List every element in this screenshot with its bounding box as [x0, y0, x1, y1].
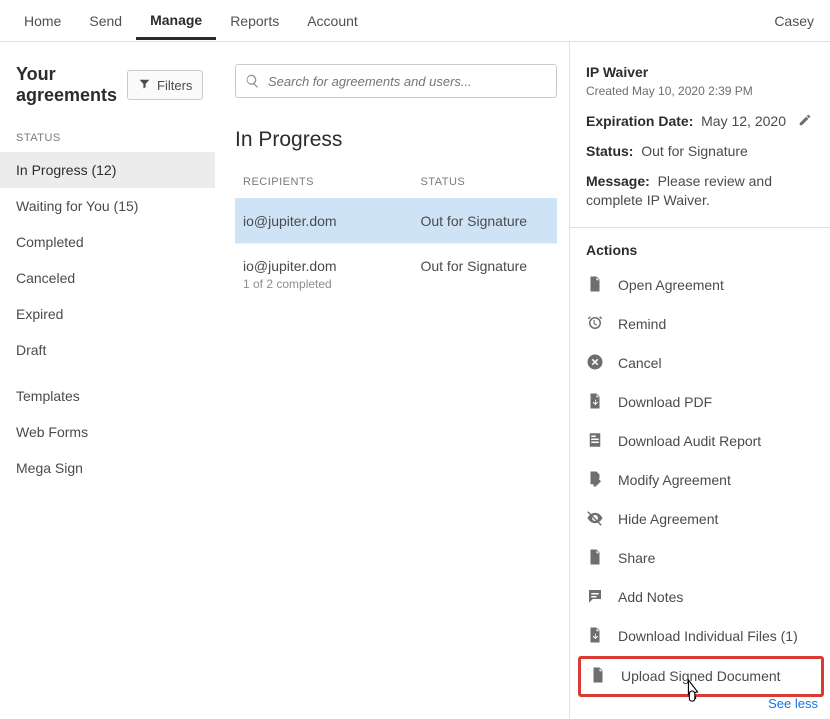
search-input[interactable] — [235, 64, 557, 98]
action-upload-signed[interactable]: Upload Signed Document — [578, 656, 824, 697]
clock-icon — [586, 314, 604, 335]
action-label: Download PDF — [618, 394, 712, 410]
sidebar-item-templates[interactable]: Templates — [0, 378, 215, 414]
action-download-pdf[interactable]: Download PDF — [586, 383, 816, 422]
expiration-value: May 12, 2020 — [701, 113, 786, 129]
sidebar-item-web-forms[interactable]: Web Forms — [0, 414, 215, 450]
action-share[interactable]: Share — [586, 539, 816, 578]
action-open-agreement[interactable]: Open Agreement — [586, 266, 816, 305]
table-row[interactable]: io@jupiter.dom Out for Signature — [235, 198, 557, 243]
agreement-title: IP Waiver — [586, 64, 816, 80]
cell-recipient: io@jupiter.dom — [243, 213, 420, 229]
cell-subtext: 1 of 2 completed — [243, 277, 420, 291]
table-row[interactable]: io@jupiter.dom 1 of 2 completed Out for … — [235, 243, 557, 305]
document-icon — [586, 275, 604, 296]
detail-panel: IP Waiver Created May 10, 2020 2:39 PM E… — [570, 42, 830, 719]
hide-icon — [586, 509, 604, 530]
report-icon — [586, 431, 604, 452]
action-label: Download Audit Report — [618, 433, 761, 449]
expiration-label: Expiration Date: — [586, 113, 693, 129]
see-less-link[interactable]: See less — [768, 696, 818, 711]
action-label: Share — [618, 550, 655, 566]
action-label: Hide Agreement — [618, 511, 718, 527]
sidebar-item-completed[interactable]: Completed — [0, 224, 215, 260]
action-label: Upload Signed Document — [621, 668, 781, 684]
edit-icon — [586, 470, 604, 491]
sidebar: Your agreements Filters STATUS In Progre… — [0, 42, 215, 719]
action-label: Cancel — [618, 355, 662, 371]
message-label: Message: — [586, 173, 650, 189]
filters-label: Filters — [157, 78, 192, 93]
main-content: In Progress RECIPIENTS STATUS io@jupiter… — [215, 42, 570, 719]
sidebar-item-canceled[interactable]: Canceled — [0, 260, 215, 296]
section-label-status: STATUS — [0, 124, 215, 152]
cell-recipient: io@jupiter.dom — [243, 258, 420, 274]
sidebar-title: Your agreements — [16, 64, 117, 106]
filters-button[interactable]: Filters — [127, 70, 203, 100]
action-add-notes[interactable]: Add Notes — [586, 578, 816, 617]
filter-icon — [138, 77, 151, 93]
notes-icon — [586, 587, 604, 608]
cancel-icon — [586, 353, 604, 374]
nav-reports[interactable]: Reports — [216, 3, 293, 38]
col-header-recipients: RECIPIENTS — [243, 176, 420, 188]
action-hide-agreement[interactable]: Hide Agreement — [586, 500, 816, 539]
sidebar-item-in-progress[interactable]: In Progress (12) — [0, 152, 215, 188]
created-date: Created May 10, 2020 2:39 PM — [586, 84, 816, 98]
action-label: Remind — [618, 316, 666, 332]
status-value: Out for Signature — [641, 143, 748, 159]
nav-home[interactable]: Home — [10, 3, 75, 38]
status-label: Status: — [586, 143, 633, 159]
cell-status: Out for Signature — [420, 258, 549, 291]
upload-icon — [589, 666, 607, 687]
edit-expiration-button[interactable] — [798, 113, 812, 133]
nav-send[interactable]: Send — [75, 3, 136, 38]
page-title: In Progress — [235, 128, 557, 152]
download-icon — [586, 392, 604, 413]
action-remind[interactable]: Remind — [586, 305, 816, 344]
action-download-audit[interactable]: Download Audit Report — [586, 422, 816, 461]
action-label: Modify Agreement — [618, 472, 731, 488]
cell-status: Out for Signature — [420, 213, 549, 229]
action-download-individual[interactable]: Download Individual Files (1) — [586, 617, 816, 656]
action-modify-agreement[interactable]: Modify Agreement — [586, 461, 816, 500]
user-menu[interactable]: Casey — [768, 13, 820, 29]
sidebar-item-draft[interactable]: Draft — [0, 332, 215, 368]
col-header-status: STATUS — [420, 176, 549, 188]
action-cancel[interactable]: Cancel — [586, 344, 816, 383]
sidebar-item-waiting[interactable]: Waiting for You (15) — [0, 188, 215, 224]
action-label: Download Individual Files (1) — [618, 628, 798, 644]
top-nav: Home Send Manage Reports Account Casey — [0, 0, 830, 42]
actions-heading: Actions — [586, 242, 816, 258]
nav-account[interactable]: Account — [293, 3, 372, 38]
action-label: Open Agreement — [618, 277, 724, 293]
share-icon — [586, 548, 604, 569]
sidebar-item-expired[interactable]: Expired — [0, 296, 215, 332]
table-header: RECIPIENTS STATUS — [235, 176, 557, 198]
sidebar-item-mega-sign[interactable]: Mega Sign — [0, 450, 215, 486]
nav-manage[interactable]: Manage — [136, 2, 216, 40]
action-label: Add Notes — [618, 589, 683, 605]
download-icon — [586, 626, 604, 647]
